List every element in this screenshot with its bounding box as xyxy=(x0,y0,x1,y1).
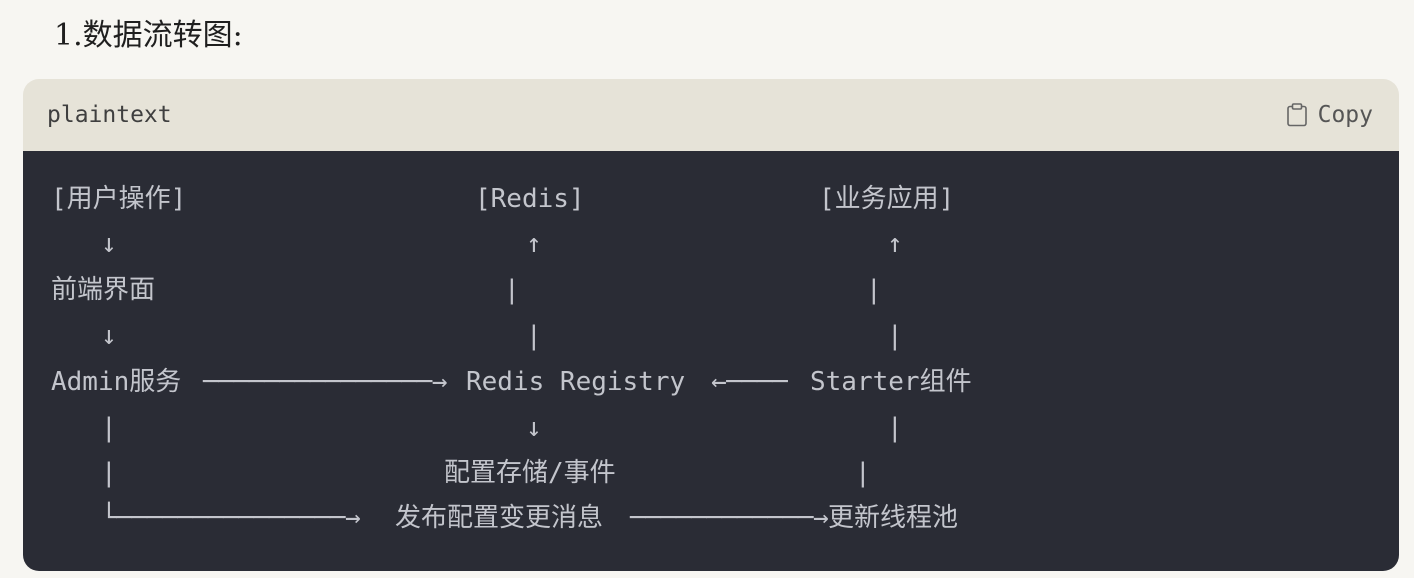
code-language-label: plaintext xyxy=(47,102,172,128)
code-token: 发布配置变更消息 xyxy=(395,503,604,533)
arrow-down-glyph: ↓ xyxy=(101,321,117,351)
arrow-up-glyph: ↑ xyxy=(887,229,903,259)
code-token: [Redis] xyxy=(475,184,585,214)
arrow-right-glyph: ───────────────→ xyxy=(203,367,448,397)
pipe-glyph: | xyxy=(887,413,903,443)
arrow-left-glyph: ←──── xyxy=(711,367,788,397)
pipe-glyph: | xyxy=(101,458,117,488)
code-block: plaintext Copy [用户操作] [Redis] [业务应用] ↓ ↑… xyxy=(23,79,1399,571)
arrow-down-glyph: ↓ xyxy=(101,229,117,259)
corner-arrow-right-glyph: └───────────────→ xyxy=(101,503,361,533)
arrow-right-glyph: ────────────→ xyxy=(630,503,829,533)
clipboard-icon xyxy=(1286,103,1308,127)
pipe-glyph: | xyxy=(887,321,903,351)
pipe-glyph: | xyxy=(855,458,871,488)
code-token: Redis Registry xyxy=(466,367,686,397)
code-token: [业务应用] xyxy=(819,184,955,214)
code-token: Admin服务 xyxy=(51,367,182,397)
arrow-down-glyph: ↓ xyxy=(526,413,542,443)
code-token: 更新线程池 xyxy=(828,503,959,533)
copy-button[interactable]: Copy xyxy=(1286,97,1373,133)
code-block-header: plaintext Copy xyxy=(23,79,1399,151)
code-token: Starter组件 xyxy=(810,367,972,397)
code-token: [用户操作] xyxy=(51,184,187,214)
pipe-glyph: | xyxy=(504,275,520,305)
pipe-glyph: | xyxy=(866,275,882,305)
code-token: 前端界面 xyxy=(51,275,156,305)
pipe-glyph: | xyxy=(526,321,542,351)
section-heading: 1.数据流转图: xyxy=(54,18,243,53)
pipe-glyph: | xyxy=(101,413,117,443)
arrow-up-glyph: ↑ xyxy=(526,229,542,259)
code-token: 配置存储/事件 xyxy=(444,458,616,488)
code-content[interactable]: [用户操作] [Redis] [业务应用] ↓ ↑ ↑ 前端界面 | | ↓ |… xyxy=(23,151,1399,571)
copy-label: Copy xyxy=(1317,102,1373,128)
